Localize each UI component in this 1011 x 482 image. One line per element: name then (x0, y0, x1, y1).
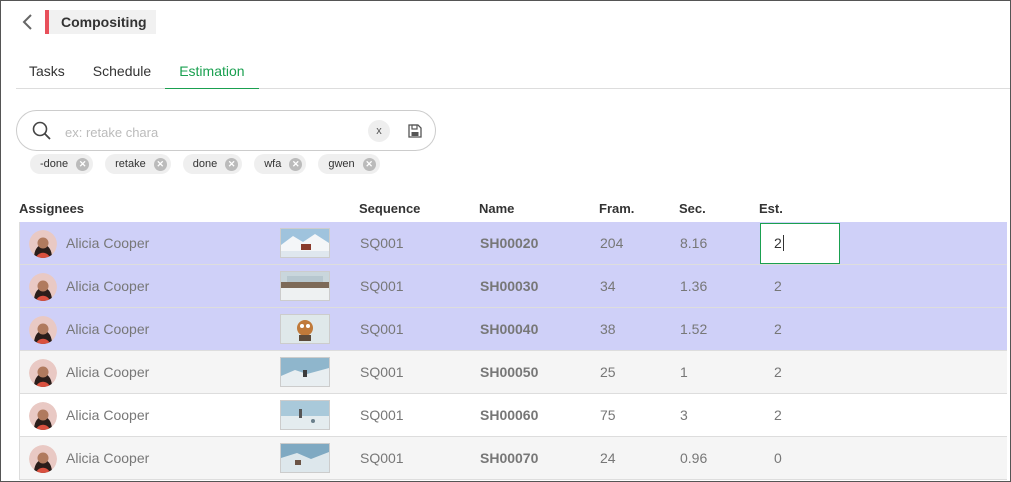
shot-thumbnail[interactable] (280, 314, 330, 344)
seconds-cell: 1 (680, 364, 688, 380)
frames-cell: 204 (600, 235, 624, 251)
estimation-cell[interactable]: 2 (774, 278, 782, 294)
close-circle-icon[interactable]: ✕ (76, 157, 90, 171)
avatar (29, 359, 57, 387)
column-header-seconds[interactable]: Sec. (679, 201, 706, 216)
text-caret (782, 235, 784, 251)
seconds-cell: 3 (680, 407, 688, 423)
estimation-cell[interactable]: 2 (774, 321, 782, 337)
shot-thumbnail[interactable] (280, 400, 330, 430)
page-title: Compositing (45, 10, 156, 34)
table-row[interactable]: Alicia Cooper SQ001 SH00060 75 3 2 (19, 394, 1007, 437)
estimation-value: 2 (774, 235, 782, 251)
tab-schedule[interactable]: Schedule (79, 59, 165, 89)
shot-thumbnail[interactable] (280, 357, 330, 387)
seconds-cell: 0.96 (680, 450, 708, 466)
sequence-cell: SQ001 (360, 321, 404, 337)
close-circle-icon[interactable]: ✕ (225, 157, 239, 171)
assignee-name: Alicia Cooper (66, 407, 150, 423)
assignee-name: Alicia Cooper (66, 364, 150, 380)
frames-cell: 25 (600, 364, 616, 380)
tab-bar: Tasks Schedule Estimation (16, 59, 1010, 89)
column-header-assignees[interactable]: Assignees (19, 201, 84, 216)
estimation-input[interactable]: 2 (760, 223, 840, 264)
filter-tag-label: gwen (328, 158, 355, 170)
frames-cell: 38 (600, 321, 616, 337)
frames-cell: 24 (600, 450, 616, 466)
estimation-cell[interactable]: 2 (774, 407, 782, 423)
close-circle-icon[interactable]: ✕ (153, 157, 167, 171)
table-row[interactable]: Alicia Cooper SQ001 SH00070 24 0.96 0 (19, 437, 1007, 480)
filter-tag-label: retake (115, 158, 146, 170)
filter-tags: -done ✕ retake ✕ done ✕ wfa ✕ gwen ✕ (30, 154, 380, 174)
shot-thumbnail[interactable] (280, 228, 330, 258)
tab-estimation[interactable]: Estimation (165, 59, 259, 89)
back-button[interactable] (19, 11, 37, 33)
assignee-name: Alicia Cooper (66, 235, 150, 251)
table-row[interactable]: Alicia Cooper SQ001 SH00020 204 8.16 2 (19, 222, 1007, 265)
tab-tasks[interactable]: Tasks (16, 59, 79, 89)
avatar (29, 316, 57, 344)
chevron-left-icon (22, 14, 32, 30)
avatar (29, 445, 57, 473)
clear-search-button[interactable]: x (368, 120, 390, 142)
filter-tag-label: wfa (264, 158, 282, 170)
avatar (29, 273, 57, 301)
estimation-cell[interactable]: 2 (774, 364, 782, 380)
search-bar: x (16, 110, 436, 151)
close-circle-icon[interactable]: ✕ (362, 157, 376, 171)
shot-name-cell: SH00070 (480, 450, 539, 466)
seconds-cell: 1.36 (680, 278, 708, 294)
column-header-sequence[interactable]: Sequence (359, 201, 420, 216)
filter-tag[interactable]: wfa ✕ (254, 154, 307, 174)
shot-thumbnail[interactable] (280, 443, 330, 473)
column-header-frames[interactable]: Fram. (599, 201, 634, 216)
app-window: Compositing Tasks Schedule Estimation x … (0, 0, 1011, 482)
save-icon[interactable] (407, 123, 423, 139)
frames-cell: 34 (600, 278, 616, 294)
filter-tag-label: done (192, 158, 218, 170)
shot-name-cell: SH00020 (480, 235, 539, 251)
sequence-cell: SQ001 (360, 364, 404, 380)
shot-thumbnail[interactable] (280, 271, 330, 301)
filter-tag[interactable]: retake ✕ (105, 154, 171, 174)
table-header: Assignees Sequence Name Fram. Sec. Est. (19, 198, 1007, 220)
avatar (29, 402, 57, 430)
table-row[interactable]: Alicia Cooper SQ001 SH00050 25 1 2 (19, 351, 1007, 394)
column-header-estimation[interactable]: Est. (759, 201, 783, 216)
assignee-name: Alicia Cooper (66, 450, 150, 466)
table-row[interactable]: Alicia Cooper SQ001 SH00040 38 1.52 2 (19, 308, 1007, 351)
search-input[interactable] (65, 122, 355, 142)
sequence-cell: SQ001 (360, 450, 404, 466)
sequence-cell: SQ001 (360, 278, 404, 294)
estimation-cell[interactable]: 0 (774, 450, 782, 466)
shot-name-cell: SH00040 (480, 321, 539, 337)
frames-cell: 75 (600, 407, 616, 423)
column-header-name[interactable]: Name (479, 201, 514, 216)
shot-name-cell: SH00060 (480, 407, 539, 423)
search-icon (32, 121, 51, 140)
shot-name-cell: SH00050 (480, 364, 539, 380)
filter-tag-label: -done (40, 158, 69, 170)
shot-name-cell: SH00030 (480, 278, 539, 294)
assignee-name: Alicia Cooper (66, 321, 150, 337)
sequence-cell: SQ001 (360, 235, 404, 251)
filter-tag[interactable]: gwen ✕ (318, 154, 380, 174)
table-body: Alicia Cooper SQ001 SH00020 204 8.16 2 A… (19, 222, 1007, 480)
avatar (29, 230, 57, 258)
seconds-cell: 1.52 (680, 321, 708, 337)
filter-tag[interactable]: -done ✕ (30, 154, 94, 174)
filter-tag[interactable]: done ✕ (182, 154, 243, 174)
table-row[interactable]: Alicia Cooper SQ001 SH00030 34 1.36 2 (19, 265, 1007, 308)
close-circle-icon[interactable]: ✕ (289, 157, 303, 171)
assignee-name: Alicia Cooper (66, 278, 150, 294)
seconds-cell: 8.16 (680, 235, 708, 251)
sequence-cell: SQ001 (360, 407, 404, 423)
